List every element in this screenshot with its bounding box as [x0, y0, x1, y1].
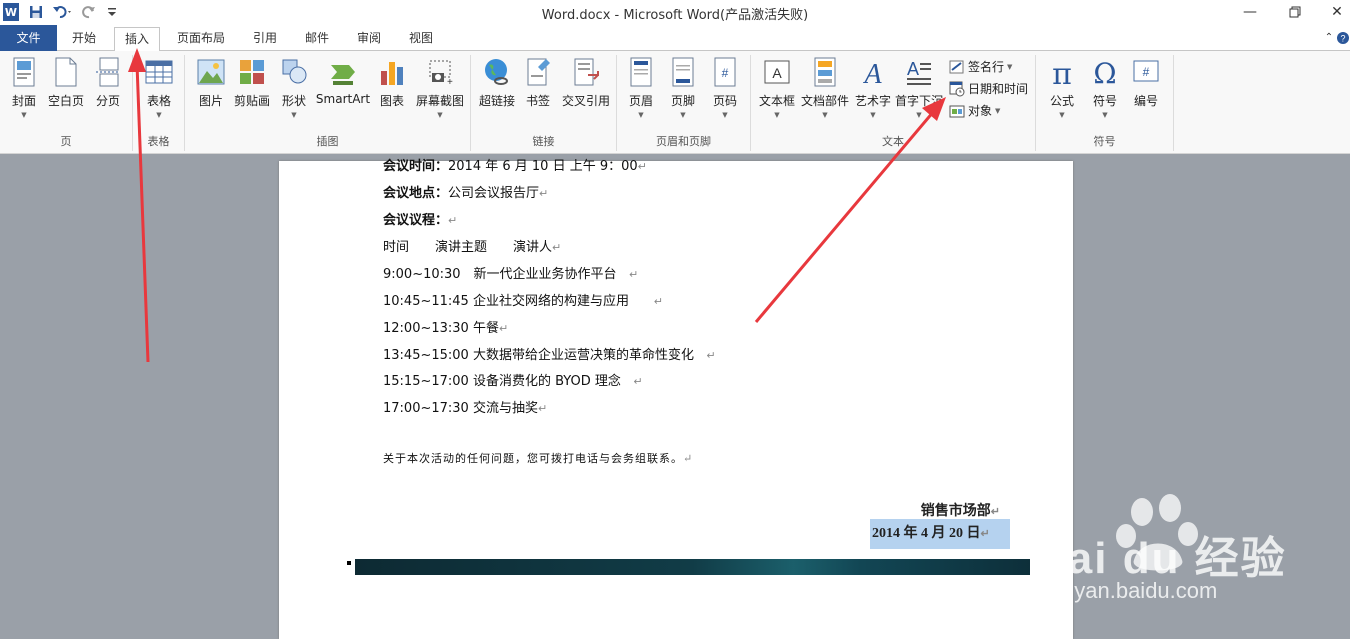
baidu-watermark: Bai du 经验 jingyan.baidu.com — [1030, 490, 1330, 630]
watermark-url: jingyan.baidu.com — [1040, 578, 1218, 603]
arrow-to-date-time — [754, 97, 946, 323]
arrow-to-insert-tab — [128, 48, 150, 363]
watermark-brand: Bai du 经验 — [1034, 534, 1287, 583]
